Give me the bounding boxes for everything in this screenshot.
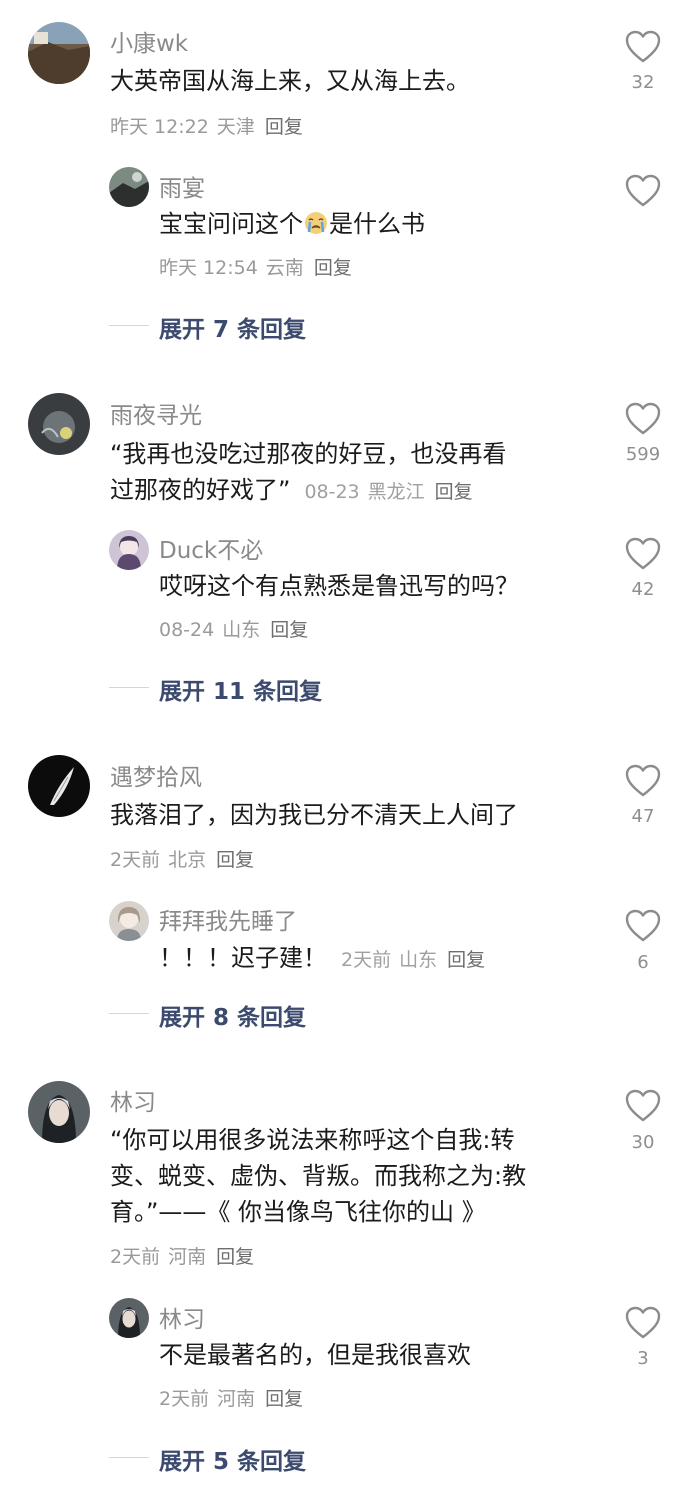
expand-replies-button[interactable]: 展开 8 条回复 (159, 998, 306, 1032)
reply-button[interactable]: 回复 (265, 1388, 303, 1410)
comment-time: 2天前 (110, 849, 161, 871)
commenter-name[interactable]: 遇梦拾风 (110, 758, 202, 792)
comment-text-line2-text: 过那夜的好戏了” (110, 476, 291, 504)
avatar[interactable] (109, 167, 149, 207)
heart-icon[interactable] (625, 909, 661, 943)
expand-divider (109, 325, 149, 326)
reply-text[interactable]: 哎呀这个有点熟悉是鲁迅写的吗？ (159, 569, 519, 604)
comment-text-line1[interactable]: “你可以用很多说法来称呼这个自我:转 (110, 1123, 515, 1158)
commenter-name[interactable]: 雨夜寻光 (110, 396, 202, 430)
comment-meta: 2天前 河南 回复 (110, 1242, 254, 1269)
comment-meta: 08-23 黑龙江 回复 (304, 481, 472, 503)
heart-icon[interactable] (625, 764, 661, 798)
reply-location: 河南 (217, 1388, 256, 1410)
comment-text-line2[interactable]: 变、蜕变、虚伪、背叛。而我称之为:教 (110, 1159, 526, 1194)
comment-location: 北京 (168, 849, 207, 871)
comment-time: 2天前 (110, 1246, 161, 1268)
reply-time: 昨天 12:54 (159, 257, 258, 279)
like-count: 47 (631, 806, 655, 827)
reply-meta: 2天前 河南 回复 (159, 1384, 303, 1411)
like-count: 6 (637, 952, 649, 973)
avatar[interactable] (109, 530, 149, 570)
replier-name[interactable]: 拜拜我先睡了 (159, 902, 297, 936)
comment-location: 黑龙江 (367, 481, 425, 503)
heart-icon[interactable] (625, 537, 661, 571)
comment-text-line1[interactable]: “我再也没吃过那夜的好豆，也没再看 (110, 437, 506, 472)
reply-text[interactable]: 不是最著名的，但是我很喜欢 (159, 1338, 471, 1373)
comment-text[interactable]: 我落泪了，因为我已分不清天上人间了 (110, 798, 518, 833)
expand-divider (109, 1013, 149, 1014)
comment-location: 河南 (168, 1246, 207, 1268)
reply-button[interactable]: 回复 (265, 116, 303, 138)
reply-time: 2天前 (159, 1388, 210, 1410)
avatar[interactable] (109, 901, 149, 941)
avatar[interactable] (28, 393, 90, 455)
reply-button[interactable]: 回复 (435, 481, 473, 503)
reply-time: 08-24 (159, 619, 215, 641)
avatar[interactable] (28, 755, 90, 817)
heart-icon[interactable] (625, 1089, 661, 1123)
comment-meta: 2天前 北京 回复 (110, 845, 254, 872)
reply-text-content: ！！！迟子建！ (159, 944, 327, 972)
heart-icon[interactable] (625, 174, 661, 208)
expand-divider (109, 687, 149, 688)
reply-text-after: 是什么书 (329, 210, 425, 238)
comment-text[interactable]: 大英帝国从海上来，又从海上去。 (110, 64, 470, 99)
reply-text[interactable]: ！！！迟子建！ 2天前 山东 回复 (159, 941, 485, 978)
like-count: 32 (631, 72, 655, 93)
expand-replies-button[interactable]: 展开 7 条回复 (159, 310, 306, 344)
commenter-name[interactable]: 林习 (110, 1083, 156, 1117)
like-count: 599 (625, 444, 661, 465)
expand-divider (109, 1457, 149, 1458)
commenter-name[interactable]: 小康wk (110, 24, 188, 58)
avatar[interactable] (28, 22, 90, 84)
reply-meta: 2天前 山东 回复 (341, 949, 485, 971)
heart-icon[interactable] (625, 1306, 661, 1340)
reply-meta: 08-24 山东 回复 (159, 615, 308, 642)
heart-icon[interactable] (625, 402, 661, 436)
like-count: 30 (631, 1132, 655, 1153)
expand-replies-button[interactable]: 展开 11 条回复 (159, 672, 322, 706)
reply-button[interactable]: 回复 (216, 1246, 254, 1268)
comment-time: 08-23 (304, 481, 360, 503)
comment-time: 昨天 12:22 (110, 116, 209, 138)
comment-location: 天津 (216, 116, 255, 138)
expand-replies-button[interactable]: 展开 5 条回复 (159, 1442, 306, 1476)
heart-icon[interactable] (625, 30, 661, 64)
comment-text-line3[interactable]: 育。”——《 你当像鸟飞往你的山 》 (110, 1195, 486, 1230)
replier-name[interactable]: Duck不必 (159, 531, 263, 565)
reply-button[interactable]: 回复 (270, 619, 308, 641)
crying-face-emoji-icon (305, 212, 327, 234)
replier-name[interactable]: 雨宴 (159, 169, 205, 203)
reply-location: 云南 (265, 257, 304, 279)
comment-meta: 昨天 12:22 天津 回复 (110, 112, 303, 139)
comment-text-line2[interactable]: 过那夜的好戏了” 08-23 黑龙江 回复 (110, 473, 473, 510)
reply-text[interactable]: 宝宝问问这个 是什么书 (159, 207, 425, 242)
avatar[interactable] (28, 1081, 90, 1143)
like-count: 42 (631, 579, 655, 600)
replier-name[interactable]: 林习 (159, 1300, 205, 1334)
reply-location: 山东 (399, 949, 438, 971)
reply-button[interactable]: 回复 (447, 949, 485, 971)
reply-button[interactable]: 回复 (216, 849, 254, 871)
reply-location: 山东 (222, 619, 261, 641)
reply-meta: 昨天 12:54 云南 回复 (159, 253, 352, 280)
avatar[interactable] (109, 1298, 149, 1338)
reply-time: 2天前 (341, 949, 392, 971)
reply-button[interactable]: 回复 (314, 257, 352, 279)
reply-text-before: 宝宝问问这个 (159, 210, 303, 238)
like-count: 3 (637, 1348, 649, 1369)
